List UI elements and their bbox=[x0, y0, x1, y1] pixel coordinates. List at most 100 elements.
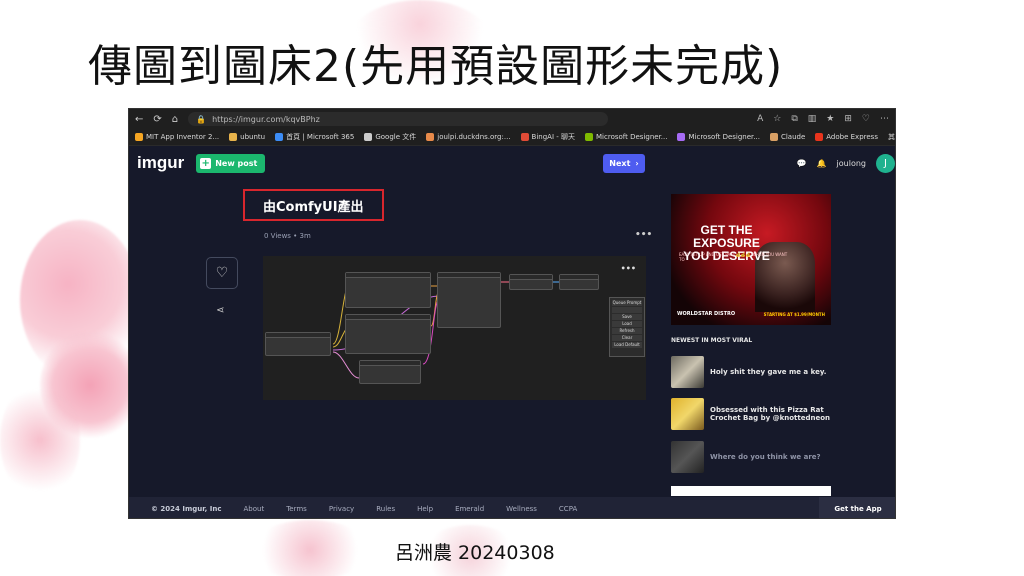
ad-brand: WORLDSTAR DISTRO bbox=[677, 311, 736, 317]
chat-icon[interactable]: 💬 bbox=[797, 159, 807, 168]
comfy-menu-item[interactable]: Load Default bbox=[612, 342, 642, 348]
viral-thumbnail bbox=[671, 441, 704, 473]
more-icon[interactable]: ⋯ bbox=[880, 114, 889, 124]
footer-link[interactable]: Privacy bbox=[329, 505, 354, 513]
floral-decoration bbox=[0, 380, 80, 500]
bookmark-label: 首頁 | Microsoft 365 bbox=[286, 133, 355, 141]
footer-link[interactable]: Help bbox=[417, 505, 433, 513]
favorite-button[interactable]: ♡ bbox=[206, 257, 238, 289]
designer-icon bbox=[677, 133, 686, 141]
heart-icon: ♡ bbox=[215, 265, 229, 281]
bookmark-item[interactable]: Claude bbox=[769, 133, 805, 141]
favorite-star-icon[interactable]: ☆ bbox=[773, 114, 781, 124]
post-meta: 0 Views • 3m bbox=[264, 232, 311, 240]
comfyui-image[interactable]: Queue Prompt Save Load Refresh Clear Load Def… bbox=[263, 256, 646, 400]
address-bar: ← ⟳ ⌂ 🔒 https://imgur.com/kqvBPhz A ☆ ⧉ … bbox=[129, 109, 895, 129]
bookmark-label: Adobe Express bbox=[826, 133, 878, 141]
url-text: https://imgur.com/kqvBPhz bbox=[212, 114, 320, 124]
bookmarks-bar: MIT App Inventor 2... ubuntu 首頁 | Microsof… bbox=[129, 129, 895, 146]
comfy-menu-item[interactable]: Refresh bbox=[612, 328, 642, 334]
bookmark-label: Microsoft Designer... bbox=[596, 133, 668, 141]
browser-essentials-icon[interactable]: ♡ bbox=[862, 114, 870, 124]
ksampler-node[interactable] bbox=[437, 272, 501, 328]
comfy-menu-item[interactable]: Save bbox=[612, 314, 642, 320]
footer-link[interactable]: Terms bbox=[286, 505, 307, 513]
copyright: © 2024 Imgur, Inc bbox=[151, 504, 222, 513]
viral-item[interactable]: Obsessed with this Pizza Rat Crochet Bag… bbox=[671, 398, 831, 430]
url-field[interactable]: 🔒 https://imgur.com/kqvBPhz bbox=[188, 112, 609, 126]
bookmark-item[interactable]: joulpi.duckdns.org:... bbox=[426, 133, 511, 141]
image-options-icon[interactable]: ••• bbox=[621, 264, 636, 273]
bookmark-item[interactable]: 首頁 | Microsoft 365 bbox=[275, 132, 354, 142]
author-credit: 呂洲農 20240308 bbox=[395, 542, 555, 564]
split-screen-icon[interactable]: ▥ bbox=[808, 114, 817, 124]
plus-icon: + bbox=[200, 157, 212, 169]
claude-icon bbox=[769, 133, 778, 141]
next-button[interactable]: Next › bbox=[603, 154, 645, 173]
viral-item[interactable]: Holy shit they gave me a key. bbox=[671, 356, 826, 388]
other-bookmarks[interactable]: 其他 [我的最 bbox=[888, 132, 895, 142]
bookmark-label: Google 文件 bbox=[375, 133, 417, 141]
bookmark-item[interactable]: BingAI - 聊天 bbox=[520, 132, 575, 142]
next-label: Next bbox=[609, 159, 631, 168]
bell-icon[interactable]: 🔔 bbox=[817, 159, 827, 168]
bottom-ad[interactable] bbox=[671, 486, 831, 496]
footer-link[interactable]: Rules bbox=[376, 505, 395, 513]
bing-icon bbox=[520, 133, 529, 141]
comfy-menu-item[interactable] bbox=[612, 307, 642, 313]
post-options-icon[interactable]: ••• bbox=[635, 230, 652, 240]
collections-icon[interactable]: ⊞ bbox=[844, 114, 852, 124]
avatar[interactable]: J bbox=[876, 154, 895, 173]
chevron-right-icon: › bbox=[635, 159, 639, 168]
viral-item-title: Where do you think we are? bbox=[710, 453, 821, 461]
bookmark-item[interactable]: Adobe Express bbox=[815, 133, 878, 141]
folder-icon bbox=[229, 133, 238, 141]
viral-heading: NEWEST IN MOST VIRAL bbox=[671, 337, 753, 344]
imgur-logo[interactable]: imgur bbox=[137, 153, 184, 173]
negative-prompt-node[interactable] bbox=[345, 314, 431, 354]
browser-screenshot: ← ⟳ ⌂ 🔒 https://imgur.com/kqvBPhz A ☆ ⧉ … bbox=[128, 108, 896, 519]
viral-item[interactable]: Where do you think we are? bbox=[671, 441, 821, 473]
bookmark-item[interactable]: MIT App Inventor 2... bbox=[135, 133, 219, 141]
comfy-menu-item[interactable]: Load bbox=[612, 321, 642, 327]
read-aloud-icon[interactable]: A bbox=[757, 114, 763, 124]
footer-link[interactable]: Wellness bbox=[506, 505, 537, 513]
slide-title: 傳圖到圖床2(先用預設圖形未完成) bbox=[88, 41, 784, 92]
browser-toolbar-icons: A ☆ ⧉ ▥ ★ ⊞ ♡ ⋯ bbox=[757, 114, 889, 124]
empty-latent-node[interactable] bbox=[359, 360, 421, 384]
document-icon bbox=[364, 133, 373, 141]
footer-link[interactable]: About bbox=[244, 505, 265, 513]
back-icon[interactable]: ← bbox=[135, 114, 143, 125]
footer-link[interactable]: Emerald bbox=[455, 505, 484, 513]
bookmark-item[interactable]: Google 文件 bbox=[364, 132, 416, 142]
username[interactable]: joulong bbox=[837, 159, 866, 168]
bookmark-item[interactable]: Microsoft Designer... bbox=[677, 133, 760, 141]
save-image-node[interactable] bbox=[559, 274, 599, 290]
get-app-button[interactable]: Get the App bbox=[819, 497, 895, 518]
bookmark-item[interactable]: Microsoft Designer... bbox=[585, 133, 667, 141]
bookmark-label: Microsoft Designer... bbox=[688, 133, 760, 141]
comfy-menu-item[interactable]: Queue Prompt bbox=[612, 300, 642, 306]
app-inventor-icon bbox=[135, 133, 143, 141]
bookmark-item[interactable]: ubuntu bbox=[229, 133, 265, 141]
favorites-icon[interactable]: ★ bbox=[826, 114, 834, 124]
refresh-icon[interactable]: ⟳ bbox=[153, 114, 161, 125]
share-icon[interactable]: ⋖ bbox=[216, 305, 224, 316]
vae-decode-node[interactable] bbox=[509, 274, 553, 290]
extensions-icon[interactable]: ⧉ bbox=[791, 114, 797, 124]
sidebar-ad[interactable]: GET THE EXPOSURE YOU DESERVE EASY SET UP… bbox=[671, 194, 831, 325]
user-area: 💬 🔔 joulong J bbox=[797, 154, 895, 173]
positive-prompt-node[interactable] bbox=[345, 272, 431, 308]
bookmark-label: ubuntu bbox=[240, 133, 266, 141]
comfy-menu-item[interactable]: Clear bbox=[612, 335, 642, 341]
new-post-button[interactable]: + New post bbox=[196, 153, 266, 173]
imgur-header: imgur + New post bbox=[129, 146, 895, 180]
viral-thumbnail bbox=[671, 356, 704, 388]
floral-decoration bbox=[250, 520, 370, 576]
microsoft-icon bbox=[585, 133, 594, 141]
load-checkpoint-node[interactable] bbox=[265, 332, 331, 356]
home-icon[interactable]: ⌂ bbox=[172, 114, 178, 125]
footer-link[interactable]: CCPA bbox=[559, 505, 577, 513]
viral-item-title: Holy shit they gave me a key. bbox=[710, 368, 827, 376]
site-icon bbox=[426, 133, 435, 141]
